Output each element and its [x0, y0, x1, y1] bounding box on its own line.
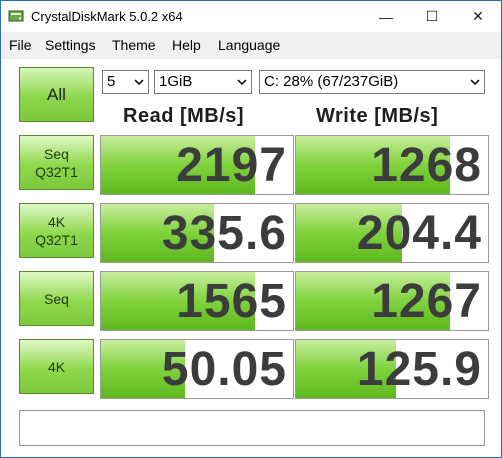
row-label-line2: Q32T1	[35, 163, 78, 180]
close-button[interactable]: ✕	[455, 1, 501, 32]
main-panel: All 5 1GiB C: 28% (67/237GiB) Read [MB/s…	[1, 59, 501, 457]
seq-q32t1-button[interactable]: Seq Q32T1	[19, 135, 94, 190]
app-window: CrystalDiskMark 5.0.2 x64 — ☐ ✕ File Set…	[0, 0, 502, 458]
size-value: 1GiB	[159, 73, 193, 90]
seq-q32t1-write-cell: 1268	[295, 135, 489, 195]
row-label-line2: Q32T1	[35, 231, 78, 248]
write-header: Write [MB/s]	[316, 105, 439, 127]
menu-language[interactable]: Language	[218, 37, 280, 53]
write-value: 125.9	[356, 343, 482, 396]
chevron-down-icon	[134, 79, 144, 86]
write-value: 1267	[371, 275, 482, 328]
row-label-line1: Seq	[44, 145, 69, 162]
runs-select[interactable]: 5	[102, 70, 149, 94]
4k-read-cell: 50.05	[100, 339, 294, 399]
write-value: 204.4	[356, 207, 482, 260]
4k-button[interactable]: 4K	[19, 339, 94, 394]
4k-write-cell: 125.9	[295, 339, 489, 399]
chevron-down-icon	[470, 79, 480, 86]
read-value: 2197	[176, 139, 287, 192]
write-value: 1268	[371, 139, 482, 192]
menu-help[interactable]: Help	[172, 37, 201, 53]
seq-button[interactable]: Seq	[19, 271, 94, 326]
read-value: 335.6	[161, 207, 287, 260]
menu-bar: File Settings Theme Help Language	[1, 32, 501, 59]
row-label-line1: 4K	[47, 213, 66, 230]
all-button[interactable]: All	[19, 67, 94, 122]
chevron-down-icon	[237, 79, 247, 86]
drive-select[interactable]: C: 28% (67/237GiB)	[259, 70, 485, 94]
comment-field[interactable]	[19, 410, 485, 446]
minimize-button[interactable]: —	[363, 1, 409, 32]
disk-app-icon	[8, 10, 24, 22]
read-header: Read [MB/s]	[123, 105, 245, 127]
row-label-line1: 4K	[47, 358, 66, 375]
title-bar[interactable]: CrystalDiskMark 5.0.2 x64 — ☐ ✕	[1, 1, 501, 32]
4k-q32t1-read-cell: 335.6	[100, 203, 294, 263]
runs-value: 5	[107, 73, 116, 90]
4k-q32t1-write-cell: 204.4	[295, 203, 489, 263]
row-label-line1: Seq	[44, 290, 69, 307]
menu-file[interactable]: File	[9, 37, 32, 53]
seq-read-cell: 1565	[100, 271, 294, 331]
menu-settings[interactable]: Settings	[45, 37, 96, 53]
drive-value: C: 28% (67/237GiB)	[264, 73, 399, 90]
menu-theme[interactable]: Theme	[112, 37, 156, 53]
read-value: 1565	[176, 275, 287, 328]
maximize-button[interactable]: ☐	[409, 1, 455, 32]
size-select[interactable]: 1GiB	[154, 70, 252, 94]
seq-q32t1-read-cell: 2197	[100, 135, 294, 195]
4k-q32t1-button[interactable]: 4K Q32T1	[19, 203, 94, 258]
window-title: CrystalDiskMark 5.0.2 x64	[31, 9, 183, 24]
read-value: 50.05	[161, 343, 287, 396]
seq-write-cell: 1267	[295, 271, 489, 331]
